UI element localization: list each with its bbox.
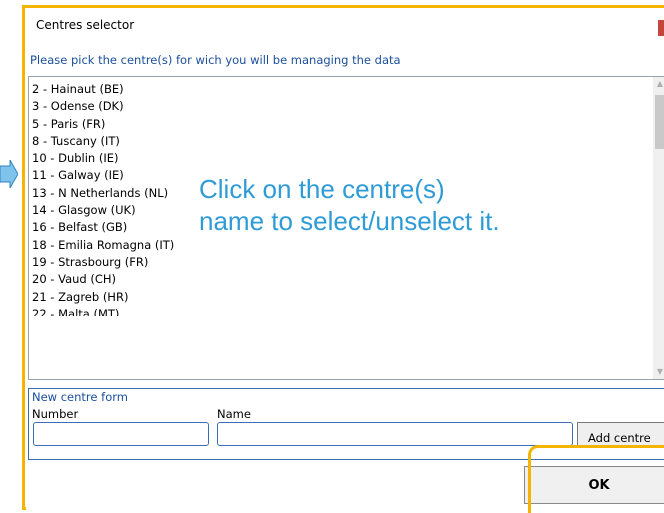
- hint-line-1: Click on the centre(s): [199, 174, 445, 204]
- instruction-text: Please pick the centre(s) for wich you w…: [30, 53, 401, 67]
- hint-line-2: name to select/unselect it.: [199, 206, 500, 236]
- centres-selector-dialog: Centres selector Please pick the centre(…: [26, 8, 664, 510]
- dialog-title: Centres selector: [36, 18, 135, 32]
- centre-list-item[interactable]: 10 - Dublin (IE): [29, 150, 174, 167]
- add-centre-button[interactable]: Add centre: [577, 422, 664, 446]
- centre-list-item[interactable]: 2 - Hainaut (BE): [29, 81, 174, 98]
- centre-list-item[interactable]: 18 - Emilia Romagna (IT): [29, 237, 174, 254]
- number-label: Number: [32, 407, 79, 421]
- centres-list-items: 2 - Hainaut (BE) 3 - Odense (DK) 5 - Paris…: [29, 81, 174, 316]
- centre-list-item[interactable]: 14 - Glasgow (UK): [29, 202, 174, 219]
- name-input[interactable]: [217, 422, 573, 446]
- scroll-thumb[interactable]: [655, 95, 664, 149]
- list-scrollbar[interactable]: ▲ ▼: [653, 77, 664, 379]
- centre-list-item[interactable]: 16 - Belfast (GB): [29, 219, 174, 236]
- centre-list-item[interactable]: 19 - Strasbourg (FR): [29, 254, 174, 271]
- scroll-down-icon[interactable]: ▼: [655, 367, 664, 377]
- centre-list-item[interactable]: 13 - N Netherlands (NL): [29, 185, 174, 202]
- name-label: Name: [217, 407, 251, 421]
- number-input[interactable]: [33, 422, 209, 446]
- centre-list-item[interactable]: 5 - Paris (FR): [29, 116, 174, 133]
- centre-list-item[interactable]: 20 - Vaud (CH): [29, 271, 174, 288]
- centre-list-item[interactable]: 3 - Odense (DK): [29, 98, 174, 115]
- new-centre-form: New centre form Number Name Add centre: [28, 388, 664, 460]
- pointer-arrow-icon: [0, 160, 18, 188]
- scroll-up-icon[interactable]: ▲: [655, 79, 664, 89]
- form-title: New centre form: [32, 390, 128, 404]
- centre-list-item[interactable]: 21 - Zagreb (HR): [29, 289, 174, 306]
- hint-callout: Click on the centre(s) name to select/un…: [199, 173, 500, 237]
- close-button[interactable]: [658, 20, 664, 36]
- centre-list-item[interactable]: 8 - Tuscany (IT): [29, 133, 174, 150]
- centres-list[interactable]: 2 - Hainaut (BE) 3 - Odense (DK) 5 - Paris…: [28, 76, 664, 380]
- ok-button[interactable]: OK: [524, 466, 664, 504]
- centre-list-item[interactable]: 22 - Malta (MT): [29, 306, 174, 316]
- centre-list-item[interactable]: 11 - Galway (IE): [29, 167, 174, 184]
